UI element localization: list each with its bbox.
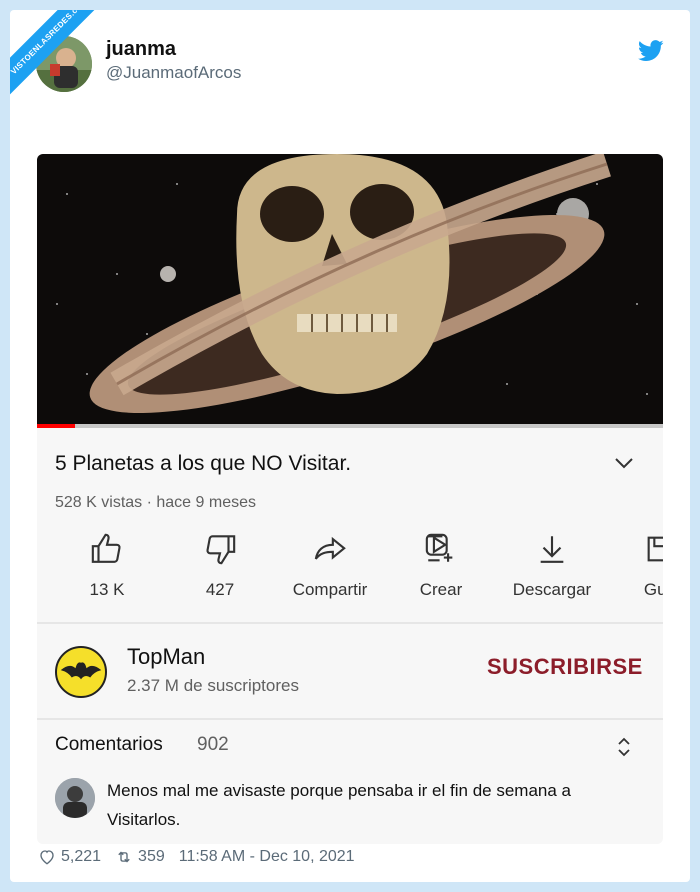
create-button[interactable]: Crear (386, 532, 496, 600)
video-meta: 528 K vistas · hace 9 meses (55, 494, 256, 511)
divider (37, 718, 663, 720)
tweet-footer: 5,221 359 11:58 AM - Dec 10, 2021 (38, 848, 355, 866)
dislike-button[interactable]: 427 (165, 532, 275, 600)
channel-name[interactable]: TopMan (127, 644, 205, 670)
like-count: 13 K (89, 580, 125, 599)
video-title: 5 Planetas a los que NO Visitar. (55, 452, 352, 475)
share-label: Compartir (292, 580, 368, 599)
dislike-count: 427 (205, 580, 235, 599)
bat-logo-icon (60, 662, 102, 680)
channel-avatar[interactable] (55, 646, 107, 698)
thumbs-up-icon (91, 533, 121, 563)
user-handle[interactable]: @JuanmaofArcos (106, 63, 241, 83)
download-button[interactable]: Descargar (497, 532, 607, 600)
share-icon (314, 536, 346, 560)
download-icon (540, 536, 564, 563)
create-icon (425, 533, 453, 562)
save-label: Gua (643, 580, 663, 599)
twitter-bird-icon[interactable] (638, 40, 664, 62)
subscriber-count: 2.37 M de suscriptores (127, 676, 299, 695)
user-name[interactable]: juanma (106, 38, 176, 61)
progress-fill (37, 424, 75, 428)
thumbs-down-icon (206, 535, 236, 565)
divider (37, 622, 663, 624)
heart-icon[interactable] (38, 848, 56, 866)
commenter-avatar[interactable] (55, 778, 95, 818)
tweet-card: VISTOENLASREDES.com juanma @JuanmaofArco… (10, 10, 690, 882)
video-thumbnail[interactable] (37, 154, 663, 424)
retweet-count: 359 (138, 848, 165, 865)
video-progress-bar[interactable] (37, 424, 663, 428)
like-count: 5,221 (61, 848, 102, 865)
subscribe-button[interactable]: SUSCRIBIRSE (487, 654, 643, 680)
create-label: Crear (419, 580, 463, 599)
like-button[interactable]: 13 K (52, 532, 162, 600)
youtube-screenshot: 5 Planetas a los que NO Visitar. 528 K v… (37, 154, 663, 844)
share-button[interactable]: Compartir (275, 532, 385, 600)
comments-count: 902 (197, 734, 229, 755)
comments-label[interactable]: Comentarios (55, 734, 163, 756)
save-button[interactable]: Gua (605, 532, 663, 600)
tweet-timestamp[interactable]: 11:58 AM - Dec 10, 2021 (179, 848, 355, 866)
expand-collapse-icon[interactable] (615, 734, 633, 760)
comment-text: Menos mal me avisaste porque pensaba ir … (107, 781, 571, 829)
download-label: Descargar (512, 580, 592, 599)
retweet-icon[interactable] (115, 848, 133, 866)
save-icon (647, 536, 663, 562)
chevron-down-icon[interactable] (613, 454, 635, 472)
